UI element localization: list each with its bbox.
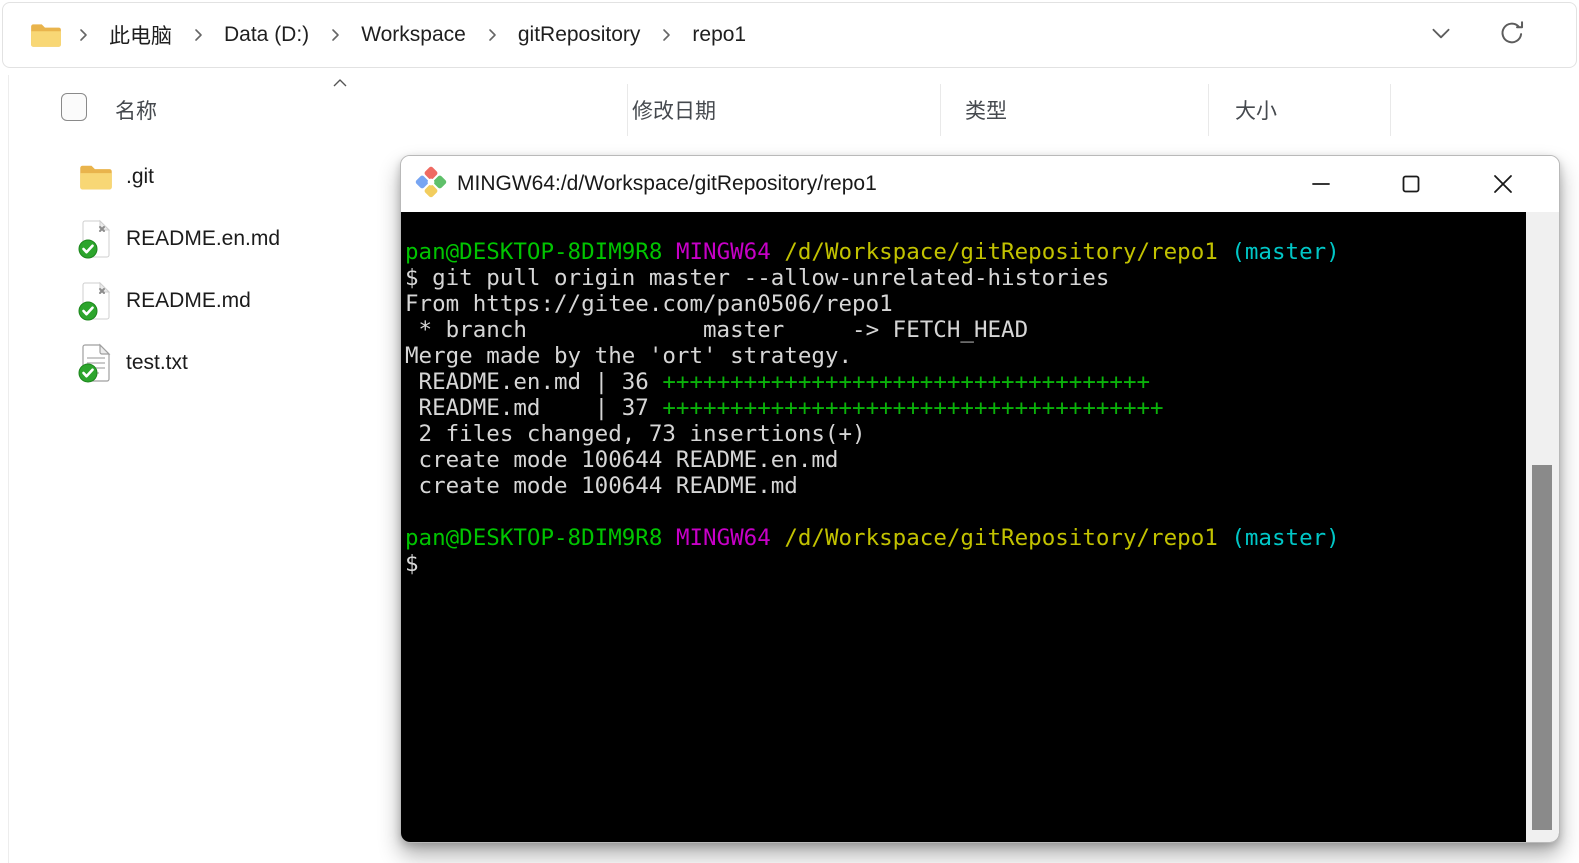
- chevron-right-icon: [485, 27, 499, 43]
- md-file-checked-icon: [78, 281, 114, 321]
- breadcrumb-item-this-pc[interactable]: 此电脑: [103, 16, 178, 54]
- terminal-line: $ git pull origin master --allow-unrelat…: [405, 265, 1110, 291]
- pane-divider: [8, 75, 9, 863]
- folder-icon: [29, 21, 63, 49]
- terminal-line: create mode 100644 README.md: [405, 473, 798, 499]
- column-header-date-modified[interactable]: 修改日期: [632, 95, 716, 125]
- chevron-right-icon: [328, 27, 342, 43]
- refresh-icon[interactable]: [1498, 19, 1526, 52]
- select-all-checkbox[interactable]: [61, 93, 87, 121]
- breadcrumb-item-drive-d[interactable]: Data (D:): [218, 19, 315, 51]
- terminal-line: Merge made by the 'ort' strategy.: [405, 343, 853, 369]
- terminal-window-title: MINGW64:/d/Workspace/gitRepository/repo1: [457, 172, 877, 195]
- sort-ascending-icon: [331, 76, 349, 94]
- close-button[interactable]: [1486, 156, 1520, 212]
- minimize-button[interactable]: [1304, 156, 1338, 212]
- explorer-address-bar[interactable]: 此电脑 Data (D:) Workspace gitRepository re…: [2, 2, 1577, 68]
- terminal-scrollbar-thumb[interactable]: [1532, 465, 1552, 830]
- chevron-right-icon: [191, 27, 205, 43]
- terminal-line: 2 files changed, 73 insertions(+): [405, 421, 866, 447]
- mingw64-terminal-window: MINGW64:/d/Workspace/gitRepository/repo1…: [400, 155, 1560, 843]
- git-bash-icon: [413, 164, 449, 205]
- file-name: README.en.md: [126, 227, 281, 250]
- chevron-right-icon: [659, 27, 673, 43]
- column-divider[interactable]: [627, 84, 628, 136]
- terminal-line: From https://gitee.com/pan0506/repo1: [405, 291, 893, 317]
- column-divider[interactable]: [1208, 84, 1209, 136]
- file-list-header: 名称 修改日期 类型 大小: [0, 79, 1579, 137]
- column-header-name[interactable]: 名称: [115, 95, 157, 125]
- md-file-checked-icon: [78, 219, 114, 259]
- breadcrumb-item-workspace[interactable]: Workspace: [355, 19, 472, 51]
- terminal-line: README.en.md | 36 ++++++++++++++++++++++…: [405, 369, 1151, 395]
- terminal-output: pan@DESKTOP-8DIM9R8 MINGW64 /d/Workspace…: [401, 212, 1559, 577]
- breadcrumb: 此电脑 Data (D:) Workspace gitRepository re…: [29, 16, 1428, 54]
- breadcrumb-item-repo1[interactable]: repo1: [686, 19, 752, 51]
- terminal-content[interactable]: pan@DESKTOP-8DIM9R8 MINGW64 /d/Workspace…: [401, 212, 1559, 842]
- folder-icon: [78, 162, 114, 192]
- column-divider[interactable]: [1390, 84, 1391, 136]
- terminal-line: pan@DESKTOP-8DIM9R8 MINGW64 /d/Workspace…: [405, 525, 1340, 551]
- terminal-title-bar[interactable]: MINGW64:/d/Workspace/gitRepository/repo1: [401, 156, 1559, 212]
- terminal-line: README.md | 37 +++++++++++++++++++++++++…: [405, 395, 1164, 421]
- terminal-line: $: [405, 551, 419, 577]
- column-header-type[interactable]: 类型: [965, 95, 1007, 125]
- terminal-scrollbar-track[interactable]: [1526, 212, 1559, 842]
- column-divider[interactable]: [940, 84, 941, 136]
- txt-file-checked-icon: [78, 343, 114, 383]
- maximize-button[interactable]: [1394, 156, 1428, 212]
- file-name: test.txt: [126, 351, 188, 374]
- terminal-line: * branch master -> FETCH_HEAD: [405, 317, 1029, 343]
- terminal-line: pan@DESKTOP-8DIM9R8 MINGW64 /d/Workspace…: [405, 239, 1340, 265]
- column-header-size[interactable]: 大小: [1235, 95, 1277, 125]
- file-name: README.md: [126, 289, 251, 312]
- breadcrumb-item-gitrepository[interactable]: gitRepository: [512, 19, 647, 51]
- terminal-line: create mode 100644 README.en.md: [405, 447, 839, 473]
- chevron-right-icon: [76, 27, 90, 43]
- file-name: .git: [126, 165, 155, 188]
- address-dropdown-icon[interactable]: [1428, 20, 1454, 51]
